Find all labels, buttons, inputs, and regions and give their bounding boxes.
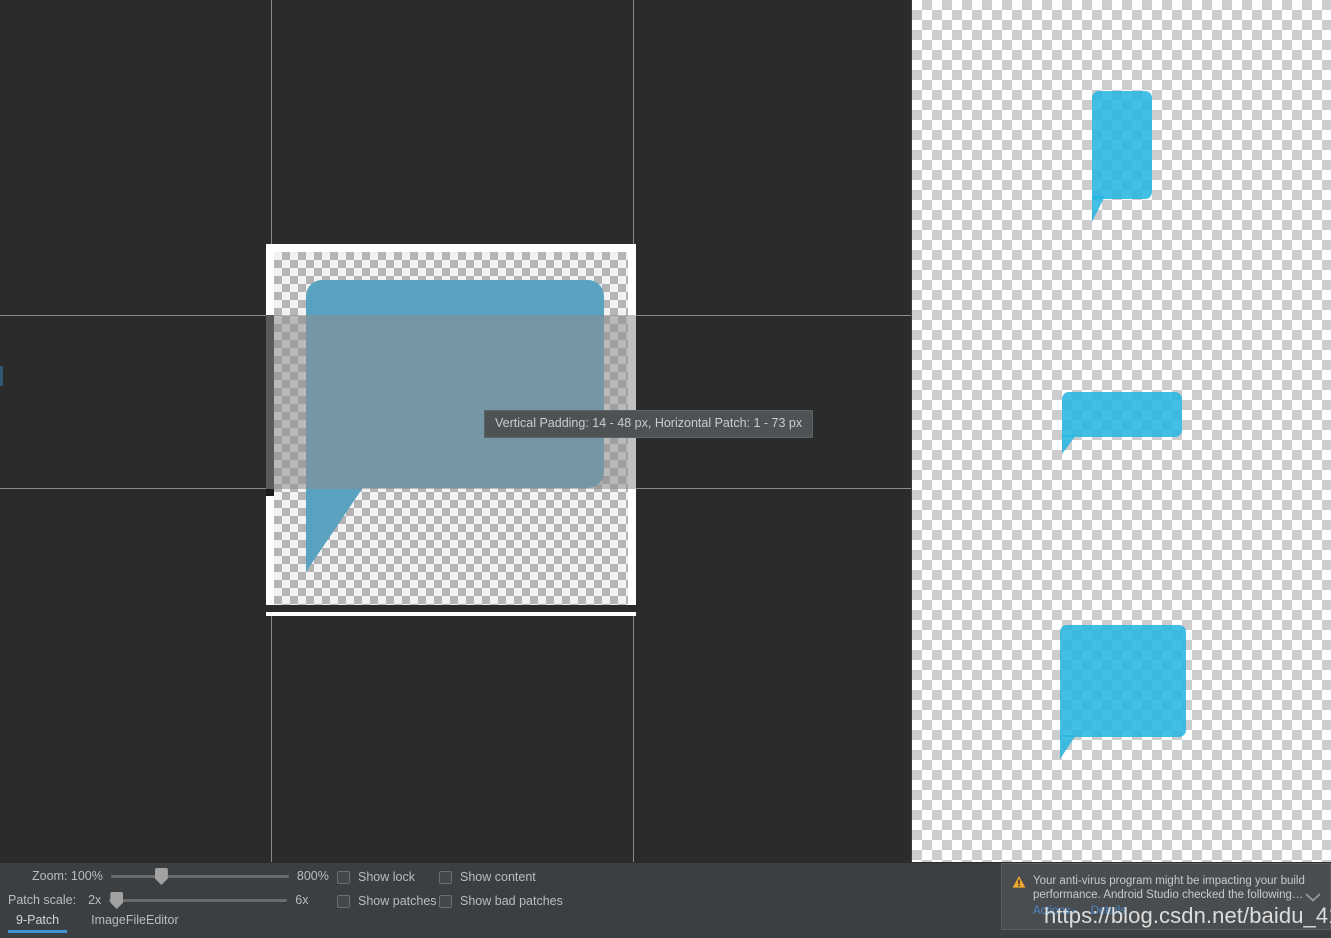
patch-marker-left-stretch[interactable] (266, 315, 274, 488)
patch-edge-marker[interactable] (0, 366, 3, 386)
checkbox-box-icon[interactable] (439, 894, 452, 908)
show-content-label: Show content (460, 870, 536, 884)
patch-scale-slider[interactable] (109, 890, 288, 910)
preview-bubble-large-square (1060, 625, 1186, 759)
show-bad-patches-label: Show bad patches (460, 894, 563, 908)
watermark-text: https://blog.csdn.net/baidu_41616022 (1044, 903, 1331, 928)
tab-label: 9-Patch (16, 913, 60, 927)
patch-scale-slider-thumb[interactable] (110, 892, 124, 909)
speech-bubble-tail (306, 480, 368, 572)
patch-scale-control-row: Patch scale: 2x 6x (8, 889, 309, 911)
preview-bubble-tail (1062, 435, 1076, 454)
preview-bubble-body (1060, 625, 1186, 737)
patch-scale-max-label: 6x (295, 893, 309, 907)
checkbox-box-icon[interactable] (439, 870, 452, 884)
show-lock-checkbox[interactable]: Show lock (337, 867, 415, 887)
show-content-checkbox[interactable]: Show content (439, 867, 536, 887)
patch-scale-slider-track[interactable] (109, 899, 288, 902)
show-bad-patches-checkbox[interactable]: Show bad patches (439, 891, 563, 911)
preview-bubble-body (1062, 392, 1182, 437)
tab-label: ImageFileEditor (91, 913, 179, 927)
editor-tab-strip: 9-Patch ImageFileEditor (0, 910, 911, 938)
zoom-label: Zoom: 100% (32, 869, 103, 883)
checkbox-box-icon[interactable] (337, 894, 350, 908)
zoom-max-label: 800% (296, 869, 329, 883)
nine-patch-editor-canvas[interactable]: Vertical Padding: 14 - 48 px, Horizontal… (0, 0, 911, 862)
nine-patch-editor-window: Vertical Padding: 14 - 48 px, Horizontal… (0, 0, 1331, 938)
patch-marker-left-tick[interactable] (266, 488, 274, 496)
warning-icon (1012, 875, 1026, 889)
zoom-slider-track[interactable] (110, 875, 289, 878)
preview-bubble-tall-narrow (1092, 91, 1152, 222)
speech-bubble-body (306, 280, 604, 488)
patch-content-marker-bottom[interactable] (236, 605, 676, 612)
zoom-slider[interactable] (110, 866, 289, 886)
notification-content: Your anti-virus program might be impacti… (1012, 874, 1320, 902)
nine-patch-preview-panel (911, 0, 1331, 862)
preview-bubble-tail (1092, 196, 1105, 222)
preview-bubble-tail (1060, 735, 1076, 759)
show-patches-checkbox[interactable]: Show patches (337, 891, 437, 911)
patch-scale-min-label: 2x (88, 893, 102, 907)
show-lock-label: Show lock (358, 870, 415, 884)
zoom-control-row: Zoom: 100% 800% (32, 865, 329, 887)
patch-scale-label: Patch scale: (8, 893, 77, 907)
checkbox-box-icon[interactable] (337, 870, 350, 884)
tab-9-patch[interactable]: 9-Patch (0, 910, 75, 933)
show-patches-label: Show patches (358, 894, 437, 908)
notification-message: Your anti-virus program might be impacti… (1033, 875, 1305, 901)
zoom-slider-thumb[interactable] (154, 868, 168, 885)
preview-bubble-body (1092, 91, 1152, 199)
preview-bubble-wide-short (1062, 392, 1182, 454)
tab-image-file-editor[interactable]: ImageFileEditor (75, 910, 195, 933)
patch-info-tooltip: Vertical Padding: 14 - 48 px, Horizontal… (484, 410, 814, 438)
